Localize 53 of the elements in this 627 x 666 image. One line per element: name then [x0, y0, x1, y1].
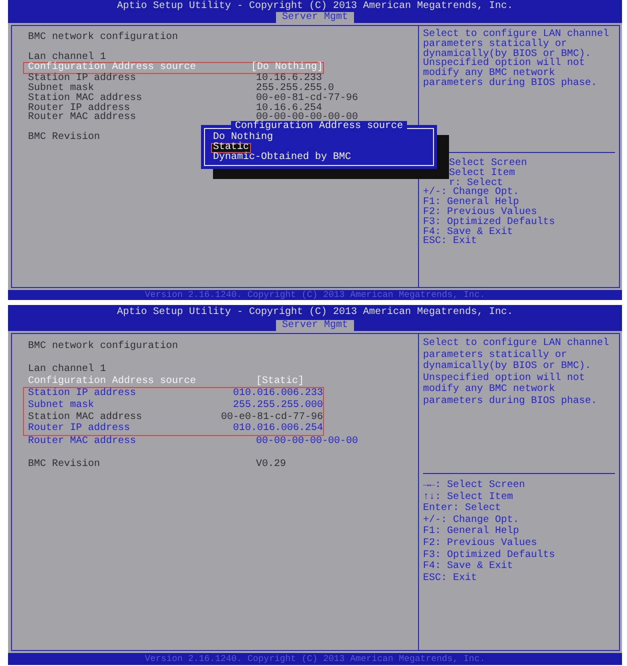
section-label: BMC Revision [28, 132, 100, 143]
setting-value: 010.016.006.233 [232, 388, 323, 400]
key-hint: ↑↓: Select Item [423, 492, 514, 503]
key-hint: F3: Optimized Defaults [423, 218, 556, 228]
setting-value: 010.016.006.254 [232, 423, 323, 435]
setting-label[interactable]: Subnet mask [28, 84, 256, 94]
key-hint: F3: Optimized Defaults [423, 550, 556, 561]
section-label: BMC network configuration [28, 341, 178, 353]
setting-value: 00-e0-81-cd-77-96 [256, 94, 358, 104]
key-hint: Enter: Select [423, 503, 502, 514]
version-bar: Version 2.16.1240. Copyright (C) 2013 American Megatrends, Inc. [8, 653, 622, 665]
help-text: Select to configure LAN channel parameters statically or dynamically(by BIOS or BMC). Unspecified option will not modify any BMC network parameters during BIOS phase. [423, 336, 610, 409]
key-hint: ESC: Exit [423, 572, 478, 584]
key-hint: Select Item [448, 168, 516, 179]
setting-label[interactable]: Station MAC address [28, 94, 256, 104]
setting-label[interactable]: Station IP address [28, 74, 256, 84]
key-hint: →←: Select Screen [423, 480, 526, 492]
version-bar: Version 2.16.1240. Copyright (C) 2013 American Megatrends, Inc. [8, 290, 622, 300]
help-text: Select to configure LAN channel parameters statically or dynamically(by BIOS or BMC). Unspecified option will not modify any BMC network parameters during BIOS phase. [423, 28, 610, 91]
setting-value: 10.16.6.233 [256, 74, 322, 84]
setting-label[interactable]: BMC Revision [28, 458, 256, 471]
setting-label[interactable]: Subnet mask [28, 400, 233, 412]
setting-value: V0.29 [256, 458, 286, 471]
title-text: Aptio Setup Utility - Copyright (C) 2013 American Megatrends, Inc. [116, 306, 514, 320]
setting-value: [Do Nothing] [250, 63, 323, 74]
section-label: Lan channel 1 [28, 364, 106, 376]
title-text: Aptio Setup Utility - Copyright (C) 2013 American Megatrends, Inc. [116, 1, 514, 12]
popup-option[interactable]: Static [211, 143, 252, 153]
setting-value: 10.16.6.254 [256, 104, 322, 114]
tab[interactable]: Server Mgmt [276, 320, 354, 331]
key-hint: F1: General Help [423, 198, 520, 208]
key-hint: Select Screen [448, 159, 528, 169]
setting-value: 255.255.255.000 [232, 400, 323, 412]
setting-label[interactable]: Station IP address [28, 388, 233, 400]
popup-option[interactable]: Dynamic-Obtained by BMC [211, 153, 354, 163]
setting-value: 00-e0-81-cd-77-96 [220, 412, 323, 423]
section-label: BMC network configuration [28, 33, 178, 43]
key-hint: F2: Previous Values [423, 538, 538, 550]
popup-title: Configuration Address source [230, 121, 408, 132]
setting-value: 00-00-00-00-00-00 [256, 436, 358, 448]
key-hint: F4: Save & Exit [423, 561, 514, 572]
setting-label[interactable]: Station MAC address [28, 412, 221, 424]
popup-option[interactable]: Do Nothing [211, 133, 276, 143]
setting-value: 255.255.255.0 [256, 84, 334, 94]
setting-label[interactable]: Router MAC address [28, 436, 256, 448]
key-hint: +/-: Change Opt. [423, 514, 520, 526]
key-hint: F1: General Help [423, 526, 520, 538]
key-hint: F2: Previous Values [423, 208, 538, 218]
section-label: Lan channel 1 [28, 52, 106, 62]
tab[interactable]: Server Mgmt [276, 12, 354, 23]
setting-value: [Static] [256, 376, 304, 388]
key-hint: ESC: Exit [423, 237, 478, 248]
setting-label[interactable]: Router IP address [28, 423, 233, 435]
